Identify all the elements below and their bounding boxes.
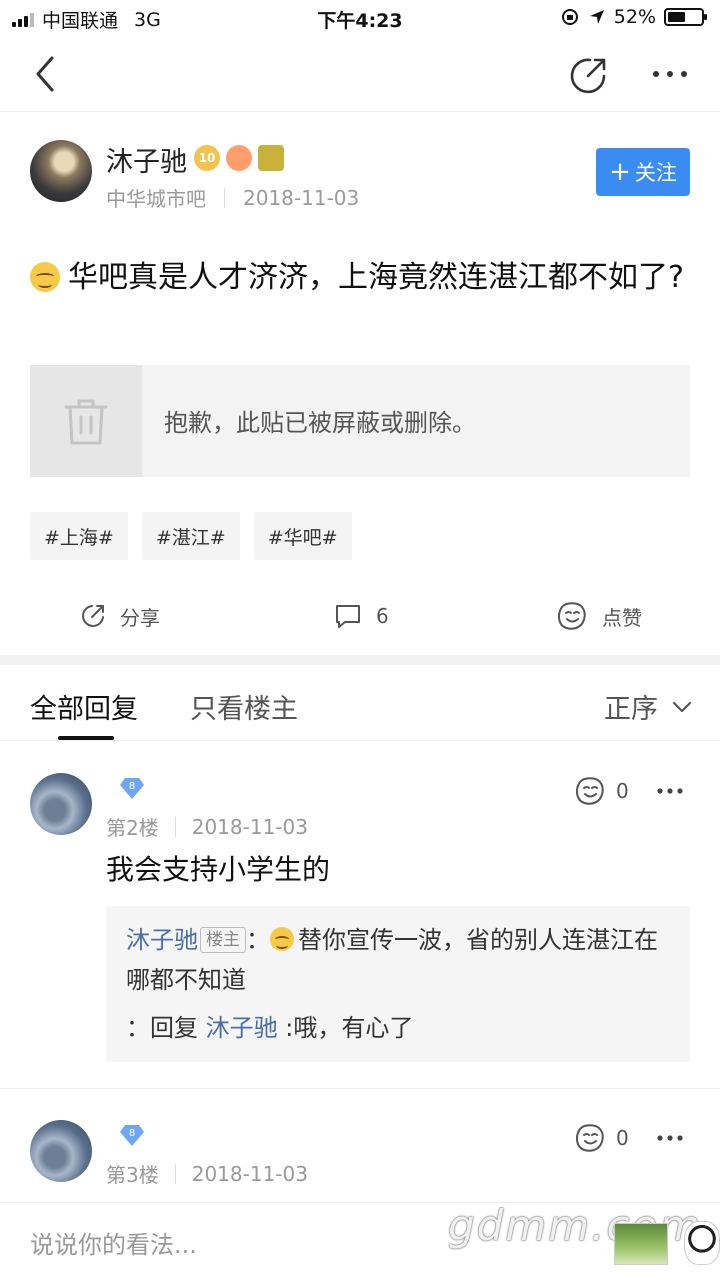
more-dots-icon[interactable] <box>656 1134 684 1142</box>
sub-reply: 沐子驰 楼主：替你宣传一波，省的别人连湛江在哪都不知道 <box>126 920 670 1000</box>
meta-divider <box>174 1163 176 1184</box>
chevron-left-icon[interactable] <box>26 52 66 96</box>
smile-emoji-icon <box>30 262 60 292</box>
follow-button[interactable]: + 关注 <box>596 148 690 196</box>
share-label: 分享 <box>120 605 160 630</box>
floor-number: 第3楼 <box>106 1163 159 1187</box>
post-title: 华吧真是人才济济，上海竟然连湛江都不如了? <box>30 254 690 302</box>
tag-item[interactable]: #湛江# <box>141 512 240 560</box>
comment-bar: 说说你的看法... gdmm.com <box>0 1201 720 1280</box>
plus-icon: + <box>609 157 631 187</box>
avatar[interactable] <box>30 1120 92 1182</box>
blocked-notice: 抱歉，此贴已被屏蔽或删除。 <box>30 365 690 477</box>
reply-divider <box>0 1088 720 1089</box>
blocked-message: 抱歉，此贴已被屏蔽或删除。 <box>164 409 476 437</box>
comment-bubble-icon <box>336 605 360 628</box>
section-divider <box>0 655 720 665</box>
floor-number: 第2楼 <box>106 816 159 840</box>
diamond-icon: 8 <box>120 778 144 799</box>
sub-reply-box[interactable]: 沐子驰 楼主：替你宣传一波，省的别人连湛江在哪都不知道 ：回复 沐子驰 :哦，有心… <box>106 906 690 1062</box>
tag-item[interactable]: #上海# <box>30 512 128 560</box>
reply-date: 2018-11-03 <box>191 1161 308 1186</box>
tab-all-replies[interactable]: 全部回复 <box>30 687 138 726</box>
sub-reply-text: :哦，有心了 <box>285 1014 414 1042</box>
status-bar: 中国联通 3G 下午4:23 52% <box>0 0 720 36</box>
follow-label: 关注 <box>634 161 677 185</box>
author-badges: 10 <box>194 145 284 171</box>
status-right: 52% <box>560 6 707 28</box>
floor-meta: 第3楼 2018-11-03 <box>106 1159 308 1188</box>
owner-tag: 楼主 <box>200 927 246 953</box>
thumb-face-icon <box>575 777 604 805</box>
sticker-thumbnail[interactable] <box>614 1223 668 1265</box>
reply-content: 我会支持小学生的 <box>106 853 331 886</box>
tab-owner-only[interactable]: 只看楼主 <box>190 687 298 726</box>
like-count: 0 <box>616 779 629 803</box>
reply-tabs: 全部回复 只看楼主 正序 <box>0 665 720 741</box>
more-dots-icon[interactable] <box>656 787 684 795</box>
fan-badge-icon <box>226 145 252 171</box>
sticker-panda-icon[interactable] <box>684 1221 720 1265</box>
sub-reply-colon: ： <box>246 926 270 954</box>
tag-list: #上海# #湛江# #华吧# <box>30 512 352 560</box>
post-meta: 中华城市吧 2018-11-03 <box>106 183 359 212</box>
smile-emoji-icon <box>270 927 294 951</box>
trash-icon <box>64 399 108 445</box>
share-arrow-icon <box>82 605 104 627</box>
comment-count: 6 <box>376 604 389 628</box>
post-date: 2018-11-03 <box>243 185 360 210</box>
orientation-lock-icon <box>561 9 578 25</box>
sub-reply-prefix: ：回复 <box>126 1014 198 1042</box>
post-actions: 分享 6 点赞 <box>0 590 720 642</box>
battery-icon <box>664 8 707 26</box>
tag-item[interactable]: #华吧# <box>253 512 352 560</box>
chevron-down-icon <box>672 701 692 712</box>
avatar[interactable] <box>30 773 92 835</box>
honor-badge-icon <box>258 145 284 171</box>
thumb-face-icon <box>557 602 586 630</box>
more-dots-icon[interactable] <box>650 68 690 80</box>
share-button[interactable]: 分享 <box>80 590 160 642</box>
like-button[interactable]: 点赞 <box>556 590 642 642</box>
reply-like-button[interactable]: 0 <box>574 1123 629 1153</box>
comment-input[interactable]: 说说你的看法... <box>30 1225 197 1260</box>
author-avatar[interactable] <box>30 140 92 202</box>
post-title-text: 华吧真是人才济济，上海竟然连湛江都不如了? <box>68 260 684 295</box>
location-arrow-icon <box>589 10 604 24</box>
reply-date: 2018-11-03 <box>191 814 308 839</box>
sort-label: 正序 <box>604 694 658 725</box>
like-count: 0 <box>616 1126 629 1150</box>
meta-divider <box>174 816 176 837</box>
sub-reply-author[interactable]: 沐子驰 <box>206 1014 278 1042</box>
sub-reply-author[interactable]: 沐子驰 <box>126 926 198 954</box>
like-label: 点赞 <box>602 605 642 630</box>
sub-reply: ：回复 沐子驰 :哦，有心了 <box>126 1008 670 1048</box>
forum-name[interactable]: 中华城市吧 <box>106 183 206 212</box>
level-badge: 10 <box>194 145 220 171</box>
floor-meta: 第2楼 2018-11-03 <box>106 812 308 841</box>
share-arrow-icon[interactable] <box>568 54 610 96</box>
battery-percent: 52% <box>613 6 656 28</box>
nav-bar <box>0 36 720 112</box>
sort-dropdown[interactable]: 正序 <box>604 687 692 726</box>
meta-divider <box>224 187 225 208</box>
comment-button[interactable]: 6 <box>334 590 389 642</box>
diamond-icon: 8 <box>120 1125 144 1146</box>
thumb-face-icon <box>575 1124 604 1152</box>
blocked-thumbnail <box>30 365 142 477</box>
tab-active-indicator <box>58 736 114 740</box>
reply-like-button[interactable]: 0 <box>574 776 629 806</box>
level-number: 8 <box>129 1128 135 1139</box>
level-number: 8 <box>129 781 135 792</box>
author-name[interactable]: 沐子驰 <box>106 140 187 179</box>
